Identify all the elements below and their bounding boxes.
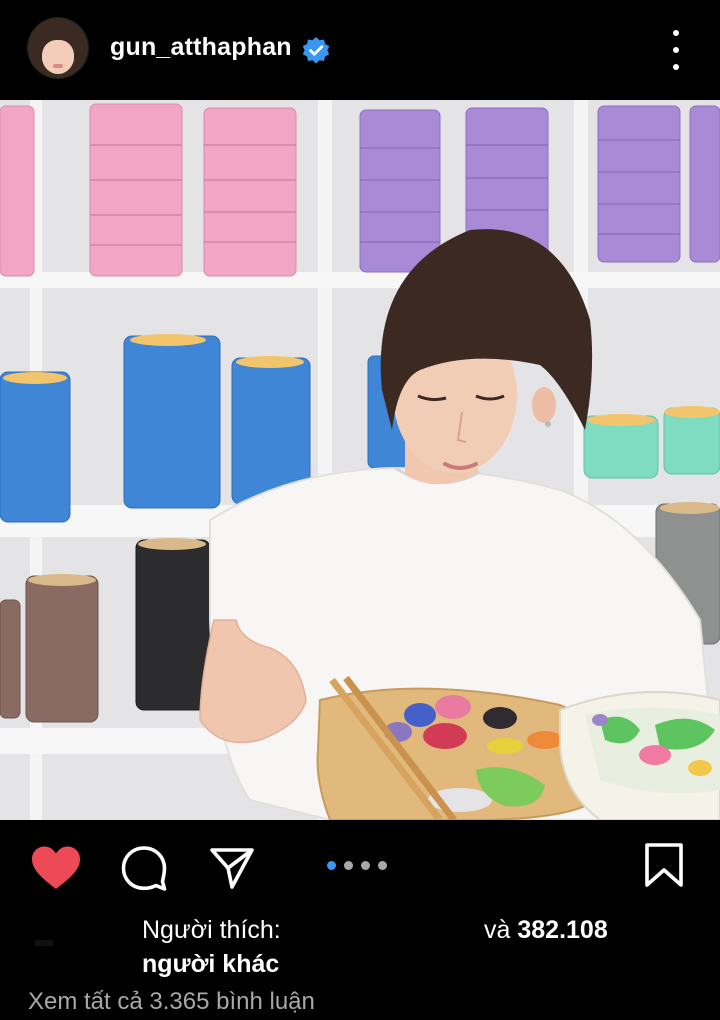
liker-avatar[interactable]	[34, 940, 54, 946]
post-header: gun_atthaphan	[0, 0, 720, 100]
carousel-dot	[361, 860, 370, 870]
more-dot	[673, 47, 679, 53]
likes-count-text[interactable]: và 382.108	[484, 916, 608, 945]
view-all-comments-link[interactable]: Xem tất cả 3.365 bình luận	[28, 988, 315, 1016]
verified-badge-icon	[302, 37, 330, 64]
avatar-lips	[53, 64, 63, 68]
likes-count: 382.108	[517, 916, 608, 944]
likes-label: Người thích:	[142, 916, 281, 944]
action-bar	[0, 820, 720, 910]
username-link[interactable]: gun_atthaphan	[110, 33, 292, 62]
carousel-dot-active	[327, 860, 336, 870]
carousel-indicator	[327, 860, 387, 870]
send-icon[interactable]	[208, 844, 256, 892]
bookmark-icon[interactable]	[644, 842, 684, 888]
profile-avatar[interactable]	[28, 18, 88, 78]
likes-others-link[interactable]: người khác	[142, 950, 279, 979]
carousel-dot	[344, 860, 353, 870]
more-dot	[673, 64, 679, 70]
avatar-face	[42, 40, 74, 74]
comment-icon[interactable]	[120, 844, 168, 892]
carousel-dot	[378, 860, 387, 870]
photo-illustration	[0, 100, 720, 820]
heart-filled-icon[interactable]	[30, 845, 82, 891]
likes-summary: Người thích: và 382.108 người khác	[0, 910, 720, 980]
more-options-button[interactable]	[662, 30, 690, 70]
more-dot	[673, 30, 679, 36]
likes-and: và	[484, 916, 518, 944]
post-photo[interactable]	[0, 100, 720, 820]
